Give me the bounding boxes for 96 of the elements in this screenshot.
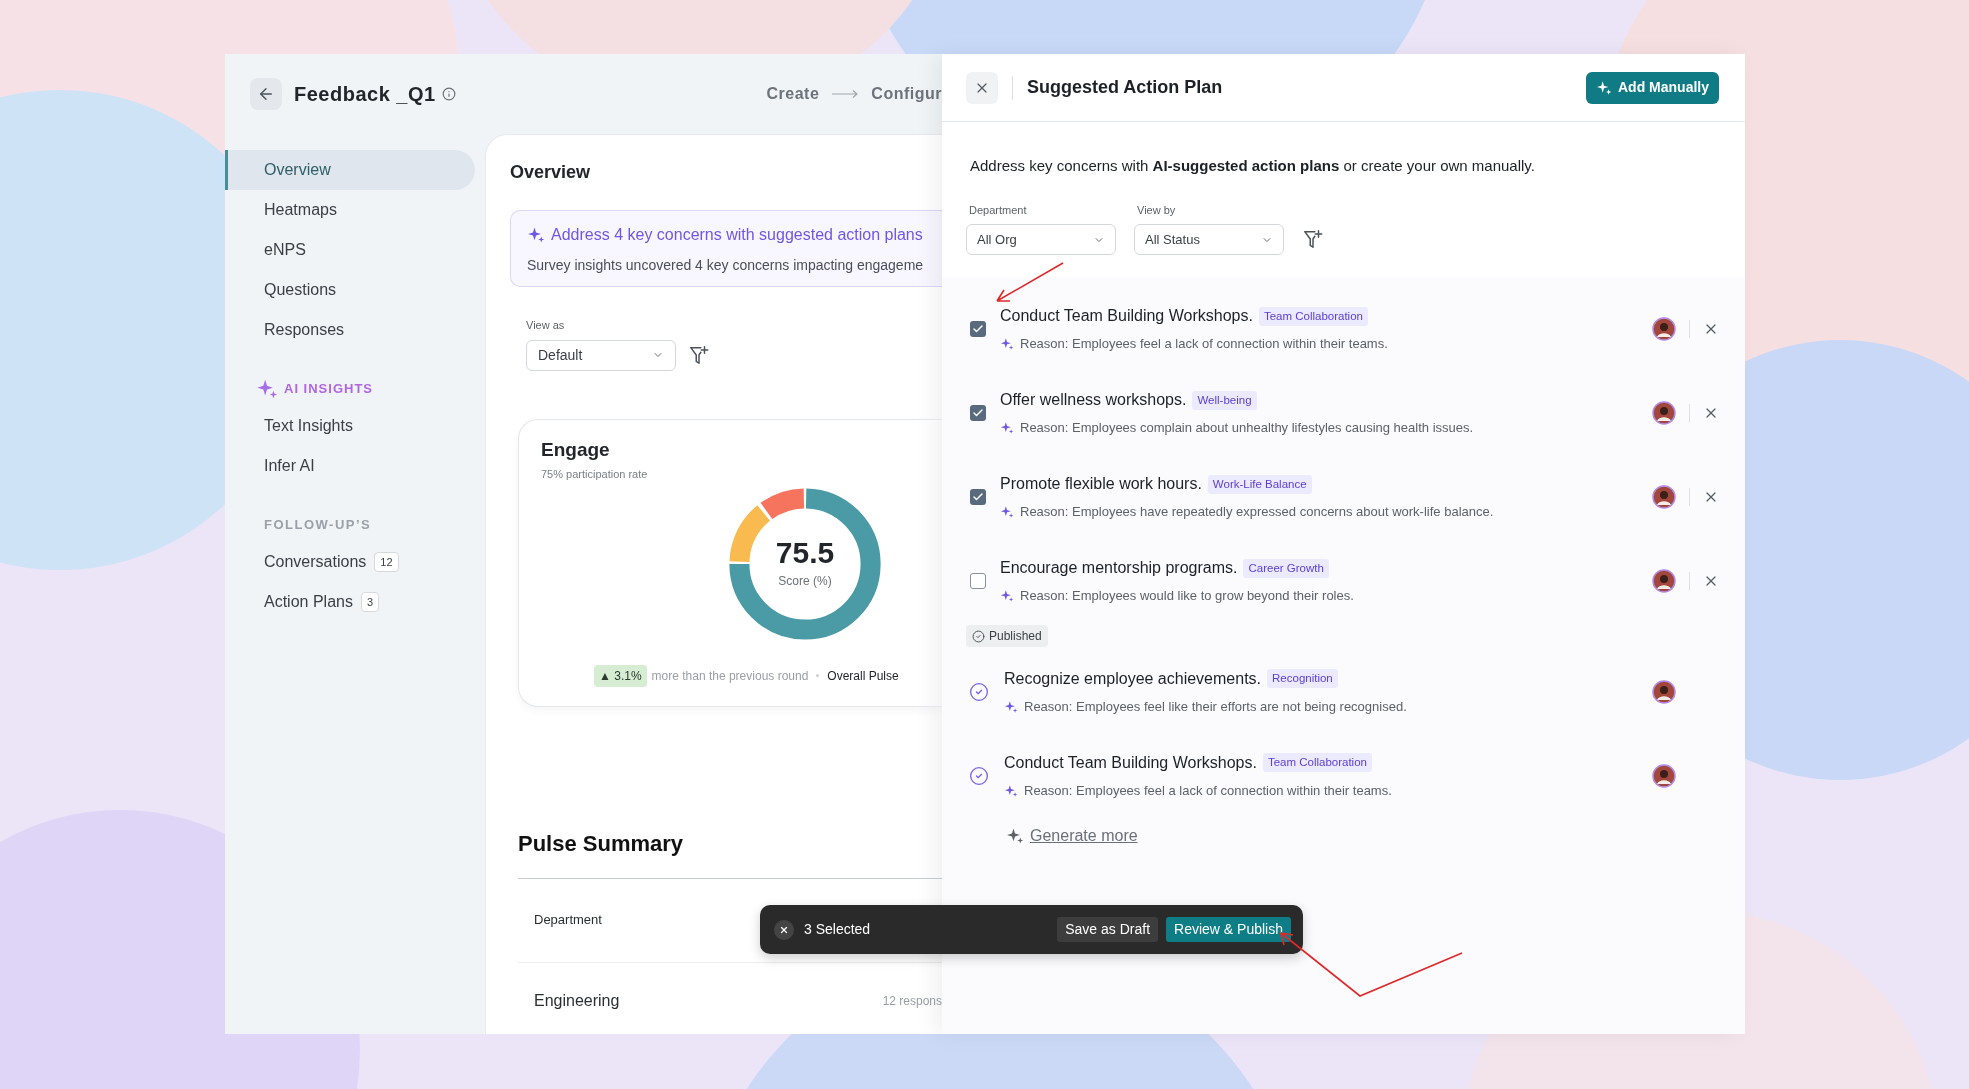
reason-text: Reason: Employees complain about unhealthy lifestyles causing health issues. bbox=[1020, 419, 1474, 438]
avatar-icon bbox=[1652, 401, 1676, 425]
avatar-icon bbox=[1652, 569, 1676, 593]
sidebar-item[interactable]: Questions bbox=[225, 270, 475, 310]
sidebar-item[interactable]: Infer AI bbox=[225, 446, 475, 486]
sparkle-icon bbox=[1596, 79, 1612, 96]
category-tag: Well-being bbox=[1192, 390, 1257, 410]
filter-add-icon[interactable] bbox=[688, 344, 710, 366]
sidebar-item[interactable]: Heatmaps bbox=[225, 190, 475, 230]
sparkle-icon bbox=[1000, 421, 1014, 435]
annotation-arrow bbox=[993, 261, 1065, 304]
section-heading: FOLLOW-UP’S bbox=[264, 516, 372, 535]
checkbox[interactable] bbox=[970, 405, 986, 421]
field-label: Department bbox=[968, 202, 1028, 218]
card-subtitle: 75% participation rate bbox=[541, 467, 649, 482]
published-chip: Published bbox=[966, 625, 1048, 647]
field-label: View as bbox=[526, 318, 566, 333]
alert-text: Survey insights uncovered 4 key concerns impacting engageme bbox=[527, 256, 925, 275]
filter-select[interactable]: All Org bbox=[966, 224, 1116, 255]
change-badge: ▲ 3.1% bbox=[594, 664, 647, 687]
filter-select[interactable]: All Status bbox=[1134, 224, 1284, 255]
sidebar-item[interactable]: eNPS bbox=[225, 230, 475, 270]
check-icon bbox=[972, 491, 984, 503]
alert-title[interactable]: Address 4 key concerns with suggested action plans bbox=[551, 223, 923, 247]
reason-text: Reason: Employees feel a lack of connection within their teams. bbox=[1020, 335, 1388, 354]
count-badge: 3 bbox=[360, 591, 380, 613]
page-title: Feedback _Q1 bbox=[294, 82, 436, 107]
section-heading: AI INSIGHTS bbox=[284, 380, 373, 399]
plan-title: Recognize employee achievements. bbox=[1004, 668, 1262, 689]
avatar-icon bbox=[1652, 679, 1676, 704]
category-tag: Team Collaboration bbox=[1262, 753, 1372, 773]
sidebar-item[interactable]: Action Plans bbox=[264, 590, 353, 614]
reason-text: Reason: Employees feel a lack of connection within their teams. bbox=[1024, 781, 1392, 800]
sparkle-icon bbox=[1000, 589, 1014, 603]
step-label[interactable]: Create bbox=[766, 82, 820, 106]
avatar-icon bbox=[1652, 485, 1676, 509]
sidebar-item[interactable]: Text Insights bbox=[225, 406, 475, 446]
add-manually-button[interactable]: Add Manually bbox=[1586, 71, 1719, 104]
sparkle-icon bbox=[256, 378, 278, 400]
plan-title: Promote flexible work hours. bbox=[1000, 474, 1202, 495]
overall-text: Overall Pulse bbox=[827, 667, 899, 685]
draft-button[interactable]: Save as Draft bbox=[1057, 917, 1159, 942]
count-badge: 12 bbox=[374, 551, 399, 573]
clear-selection-button[interactable] bbox=[774, 919, 794, 940]
sparkle-icon bbox=[527, 226, 545, 244]
table-cell-text: Engineering bbox=[534, 991, 620, 1011]
section-title: Overview bbox=[510, 161, 592, 184]
plan-title: Conduct Team Building Workshops. bbox=[1000, 306, 1253, 327]
selected-count: 3 Selected bbox=[804, 920, 871, 939]
check-circle-icon bbox=[972, 629, 985, 643]
generate-more-link[interactable]: Generate more bbox=[1030, 823, 1138, 848]
sidebar-item[interactable]: Overview bbox=[225, 150, 475, 190]
sparkle-icon bbox=[1000, 337, 1014, 351]
field-label: View by bbox=[1136, 202, 1177, 218]
sparkle-icon bbox=[1004, 783, 1018, 798]
info-icon[interactable] bbox=[441, 87, 456, 101]
sidebar-item[interactable]: Responses bbox=[225, 310, 475, 350]
back-button[interactable] bbox=[250, 78, 282, 110]
category-tag: Work-Life Balance bbox=[1207, 474, 1312, 494]
score-value: 75.5 bbox=[775, 537, 835, 568]
plan-title: Conduct Team Building Workshops. bbox=[1004, 752, 1257, 773]
intro-text: Address key concerns with AI-suggested action plans or create your own manually. bbox=[969, 156, 1536, 176]
plan-title: Offer wellness workshops. bbox=[1000, 390, 1187, 411]
avatar-icon bbox=[1652, 317, 1676, 341]
category-tag: Recognition bbox=[1267, 669, 1338, 689]
publish-button[interactable]: Review & Publish bbox=[1166, 917, 1291, 942]
checkbox[interactable] bbox=[970, 489, 986, 505]
checkbox[interactable] bbox=[970, 321, 986, 337]
table-cell-text: 12 respons bbox=[882, 993, 942, 1010]
category-tag: Career Growth bbox=[1243, 558, 1329, 578]
reason-text: Reason: Employees feel like their efforts are not being recognised. bbox=[1024, 697, 1407, 716]
sparkle-icon bbox=[1006, 826, 1024, 845]
reason-text: Reason: Employees have repeatedly expressed concerns about work-life balance. bbox=[1020, 503, 1494, 522]
category-tag: Team Collaboration bbox=[1258, 306, 1368, 326]
checkbox[interactable] bbox=[970, 573, 986, 589]
sparkle-icon bbox=[1000, 505, 1014, 519]
plan-title: Encourage mentorship programs. bbox=[1000, 558, 1238, 579]
avatar-icon bbox=[1652, 763, 1676, 788]
sparkle-icon bbox=[1004, 699, 1018, 714]
card-title: Engage bbox=[541, 437, 611, 462]
panel-title: Suggested Action Plan bbox=[1027, 76, 1223, 99]
published-check-icon bbox=[969, 681, 989, 702]
comparison-text: more than the previous round bbox=[651, 667, 809, 685]
reason-text: Reason: Employees would like to grow beyond their roles. bbox=[1020, 587, 1354, 606]
published-check-icon bbox=[969, 765, 989, 786]
score-label: Score (%) bbox=[778, 572, 832, 590]
sidebar-item[interactable]: Conversations bbox=[264, 550, 367, 574]
column-header: Department bbox=[534, 911, 602, 930]
step-arrow-icon bbox=[831, 89, 860, 99]
close-icon bbox=[779, 924, 789, 935]
filter-add-icon[interactable] bbox=[1302, 228, 1324, 250]
check-icon bbox=[972, 323, 984, 335]
view-as-select[interactable]: Default bbox=[526, 339, 676, 371]
step-label[interactable]: Configur bbox=[871, 82, 942, 106]
check-icon bbox=[972, 407, 984, 419]
section-title: Pulse Summary bbox=[518, 829, 685, 858]
